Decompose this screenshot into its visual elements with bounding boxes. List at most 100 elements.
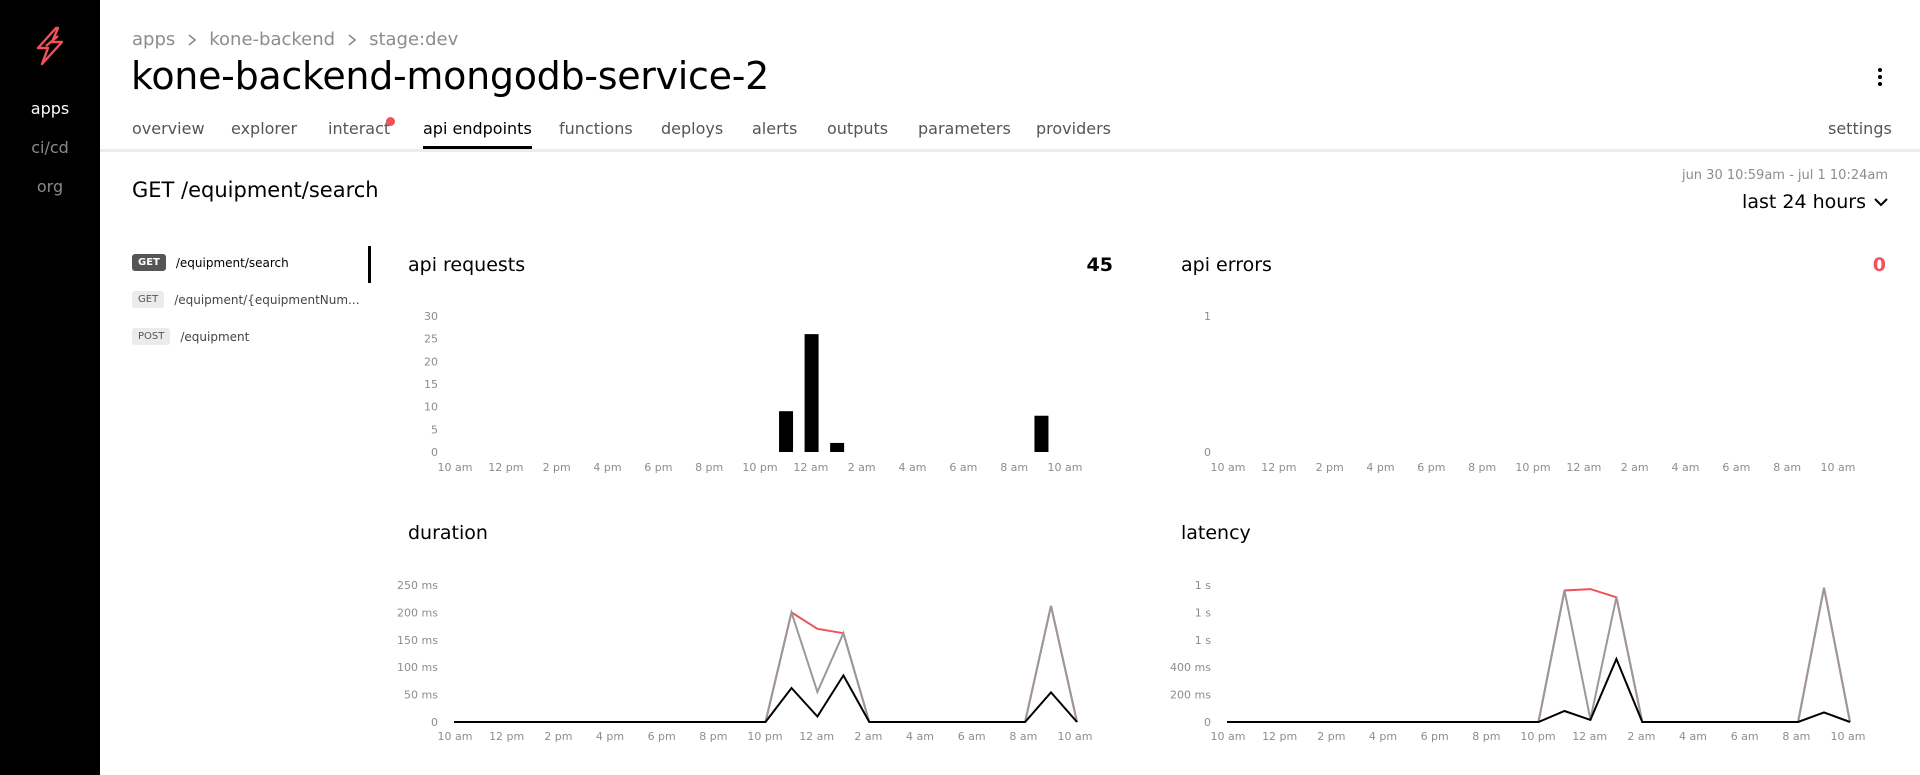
method-badge: GET [132,291,165,308]
chart-title-api-requests: api requests [408,254,526,276]
x-tick-label: 10 am [438,730,473,743]
y-tick-label: 1 [1204,310,1211,323]
y-tick-label: 50 ms [404,689,438,702]
x-tick-label: 10 am [1211,461,1246,474]
x-tick-label: 2 pm [1316,461,1344,474]
breadcrumb-item-apps[interactable]: apps [132,29,175,50]
x-tick-label: 6 pm [1417,461,1445,474]
bar[interactable] [830,442,845,452]
x-tick-label: 10 pm [747,730,782,743]
sidebar-item-org[interactable]: org [0,177,100,196]
tab-deploys[interactable]: deploys [661,119,723,149]
page-title: kone-backend-mongodb-service-2 [131,54,770,98]
sidebar-item-apps[interactable]: apps [0,99,100,118]
x-tick-label: 10 am [1058,730,1093,743]
series-line[interactable] [454,605,1078,723]
x-tick-label: 12 pm [1261,461,1296,474]
duration-chart: 0 50 ms 100 ms 150 ms 200 ms 250 ms 10 am 12 pm… [397,579,1093,743]
chart-title-latency: latency [1181,522,1251,544]
latency-chart: 0 200 ms 400 ms 1 s 1 s 1 s 10 am 12 pm 2 pm 4 pm… [1170,579,1866,743]
x-tick-label: 2 pm [1317,730,1345,743]
chevron-right-icon [348,33,357,46]
endpoint-active-indicator [368,246,371,283]
y-tick-label: 1 s [1195,634,1211,647]
date-range-label: jun 30 10:59am - jul 1 10:24am [1681,168,1888,183]
series-line[interactable] [1227,656,1851,723]
bar[interactable] [779,411,794,452]
api-requests-chart: 0 5 10 15 20 25 30 10 am 12 pm 2 pm 4 pm 6 pm 8 pm 10… [424,310,1083,474]
x-tick-label: 2 pm [543,461,571,474]
y-tick-label: 1 s [1195,579,1211,592]
x-tick-label: 4 am [1679,730,1707,743]
tab-explorer[interactable]: explorer [231,119,297,149]
tab-settings[interactable]: settings [1828,119,1892,138]
endpoint-item[interactable]: GET /equipment/{equipmentNum... [132,291,360,308]
tab-outputs[interactable]: outputs [827,119,888,149]
x-tick-label: 6 pm [644,461,672,474]
x-tick-label: 8 pm [695,461,723,474]
x-tick-label: 10 am [1831,730,1866,743]
series-line[interactable] [1227,587,1851,723]
time-range-select[interactable]: last 24 hours [1742,191,1888,213]
y-tick-label: 0 [431,446,438,459]
x-tick-label: 4 pm [1366,461,1394,474]
chart-title-duration: duration [408,522,488,544]
tab-parameters[interactable]: parameters [918,119,1011,149]
y-tick-label: 5 [431,423,438,436]
y-tick-label: 15 [424,378,438,391]
y-tick-label: 400 ms [1170,661,1211,674]
endpoint-item[interactable]: GET /equipment/search [132,254,289,271]
chevron-down-icon [1874,198,1888,207]
tab-functions[interactable]: functions [559,119,633,149]
tab-api-endpoints[interactable]: api endpoints [423,119,532,149]
method-badge: GET [132,254,166,271]
series-line[interactable] [1227,587,1851,723]
y-tick-label: 0 [431,716,438,729]
lightning-bolt-logo[interactable] [32,26,68,66]
api-errors-chart: 0 1 10 am 12 pm 2 pm 4 pm 6 pm 8 pm 10 pm 12 am 2 … [1204,310,1855,474]
x-tick-label: 6 pm [1421,730,1449,743]
x-tick-label: 6 am [1731,730,1759,743]
y-tick-label: 0 [1204,716,1211,729]
endpoint-item[interactable]: POST /equipment [132,328,249,345]
series-line[interactable] [454,605,1078,723]
chevron-right-icon [188,33,197,46]
endpoint-path: /equipment/{equipmentNum... [174,292,360,307]
more-options-icon[interactable] [1872,68,1888,94]
notification-dot [386,117,395,126]
tab-interact[interactable]: interact [328,119,390,149]
x-tick-label: 12 pm [1262,730,1297,743]
x-tick-label: 2 am [854,730,882,743]
x-tick-label: 2 pm [544,730,572,743]
sidebar-item-cicd[interactable]: ci/cd [0,138,100,157]
y-tick-label: 100 ms [397,661,438,674]
breadcrumb-item-stage[interactable]: stage:dev [369,29,458,50]
x-tick-label: 10 am [1048,461,1083,474]
x-tick-label: 4 pm [593,461,621,474]
tab-alerts[interactable]: alerts [752,119,797,149]
y-tick-label: 200 ms [1170,689,1211,702]
x-tick-label: 6 am [958,730,986,743]
chart-title-api-errors: api errors [1181,254,1272,276]
x-tick-label: 10 pm [742,461,777,474]
x-tick-label: 12 pm [489,730,524,743]
x-tick-label: 4 am [899,461,927,474]
y-tick-label: 150 ms [397,634,438,647]
x-tick-label: 2 am [1621,461,1649,474]
x-tick-label: 10 pm [1515,461,1550,474]
bar[interactable] [804,334,819,452]
tab-overview[interactable]: overview [132,119,205,149]
x-tick-label: 4 pm [1369,730,1397,743]
api-errors-count: 0 [1872,254,1886,276]
x-tick-label: 12 am [1566,461,1601,474]
x-tick-label: 4 am [1672,461,1700,474]
x-tick-label: 10 pm [1520,730,1555,743]
x-tick-label: 12 am [1572,730,1607,743]
breadcrumb-item-app[interactable]: kone-backend [209,29,335,50]
endpoint-path: /equipment/search [175,255,289,270]
series-line[interactable] [454,673,1078,723]
bar[interactable] [1034,415,1049,452]
method-badge: POST [132,328,171,345]
x-tick-label: 8 am [1009,730,1037,743]
tab-providers[interactable]: providers [1036,119,1111,149]
